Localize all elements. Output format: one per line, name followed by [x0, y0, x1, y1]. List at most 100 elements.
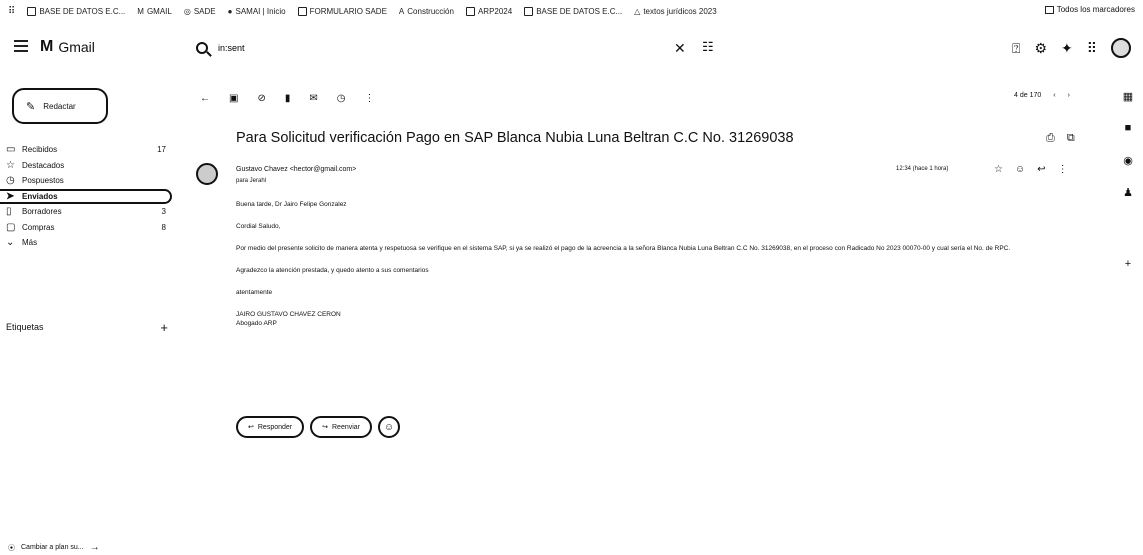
- send-icon: ➤: [6, 190, 15, 202]
- search-options-icon[interactable]: ☷: [702, 39, 714, 55]
- body-paragraph: Cordial Saludo,: [236, 223, 281, 230]
- emoji-icon: ☺: [383, 421, 395, 433]
- star-icon: ☆: [6, 159, 15, 171]
- body-paragraph: Buena tarde, Dr Jairo Felipe Gonzalez: [236, 201, 347, 208]
- bookmark-6[interactable]: ARP2024: [465, 6, 512, 16]
- forward-button[interactable]: ↪ Reenviar: [310, 416, 373, 438]
- arrow-right-icon: →: [89, 542, 100, 553]
- reply-icon[interactable]: ↩: [1037, 164, 1045, 175]
- text-icon: A: [398, 6, 405, 16]
- body-paragraph: Por medio del presente solicito de maner…: [236, 245, 1011, 252]
- bookmark-3[interactable]: ● SAMAI | Inicio: [228, 7, 286, 16]
- folder-icon: [27, 6, 37, 16]
- upgrade-plan-link[interactable]: ⦿ Cambiar a plan su... →: [8, 542, 100, 553]
- menu-icon[interactable]: [14, 40, 28, 52]
- inbox-icon: ▭: [6, 144, 16, 156]
- clear-search-icon[interactable]: ✕: [674, 40, 686, 57]
- star-icon[interactable]: ☆: [994, 164, 1003, 175]
- next-icon[interactable]: ›: [1068, 92, 1070, 99]
- bookmark-0[interactable]: BASE DE DATOS E.C...: [27, 6, 125, 16]
- signature-role: Abogado ARP: [236, 320, 277, 327]
- emoji-react-button[interactable]: ☺: [378, 416, 401, 438]
- message-actions: ☆ ☺ ↩ ⋮: [994, 164, 1068, 175]
- archive-icon[interactable]: ▣: [229, 93, 238, 104]
- reply-actions: ↩ Responder ↪ Reenviar ☺: [236, 416, 401, 438]
- get-addons-icon[interactable]: +: [1125, 258, 1131, 290]
- bookmark-5[interactable]: A Construcción: [399, 7, 454, 16]
- search-icon[interactable]: [196, 42, 208, 54]
- settings-icon[interactable]: ⚙: [1034, 40, 1047, 57]
- chevron-down-icon: ⌄: [6, 237, 15, 249]
- bookmark-2[interactable]: ◎ SADE: [184, 7, 216, 16]
- folder-icon: [465, 6, 475, 16]
- sidebar-item-snoozed[interactable]: ◷ Pospuestos: [0, 173, 180, 189]
- bookmark-4[interactable]: FORMULARIO SADE: [297, 6, 387, 16]
- reply-icon: ↩: [248, 424, 254, 431]
- gmail-icon: M: [137, 6, 144, 16]
- help-icon[interactable]: ⍰: [1012, 40, 1020, 57]
- print-icon[interactable]: ⎙: [1046, 132, 1055, 145]
- globe-icon: ◎: [183, 6, 191, 16]
- gmail-m-icon: M: [40, 38, 53, 55]
- back-icon[interactable]: ←: [200, 93, 210, 104]
- report-spam-icon[interactable]: ⊘: [257, 93, 265, 104]
- search-bar[interactable]: ✕ ☷: [196, 36, 714, 60]
- nav-list: ▭ Recibidos 17 ☆ Destacados ◷ Pospuestos ➤ En…: [0, 142, 180, 251]
- pager: 4 de 170 ‹ ›: [1014, 92, 1070, 99]
- compose-button[interactable]: ✎ Redactar: [12, 88, 108, 124]
- bookmark-8[interactable]: △ textos jurídicos 2023: [634, 7, 717, 16]
- subject-actions: ⎙ ⧉: [1046, 132, 1075, 145]
- sender-name[interactable]: Gustavo Chavez <hector@gmail.com>: [236, 166, 356, 173]
- more-vert-icon[interactable]: ⋮: [1058, 164, 1068, 175]
- body-paragraph: Agradezco la atención prestada, y quedo …: [236, 267, 429, 274]
- folder-icon: [1044, 5, 1054, 14]
- sidebar-item-starred[interactable]: ☆ Destacados: [0, 158, 180, 174]
- signature-name: JAIRO GUSTAVO CHAVEZ CERON: [236, 311, 341, 318]
- gmail-header: M Gmail ✕ ☷ ⍰ ⚙ ✦ ⠿: [0, 30, 1143, 66]
- add-label-icon[interactable]: +: [160, 320, 168, 335]
- tasks-icon[interactable]: ◉: [1123, 154, 1133, 186]
- apps-grid-icon[interactable]: ⠿: [8, 6, 15, 17]
- pencil-icon: ✎: [26, 100, 36, 113]
- search-input[interactable]: [218, 43, 598, 53]
- message-time: 12:34 (hace 1 hora): [896, 166, 949, 172]
- emoji-icon[interactable]: ☺: [1015, 164, 1025, 175]
- delete-icon[interactable]: ▮: [285, 93, 291, 104]
- all-bookmarks[interactable]: Todos los marcadores: [1044, 5, 1135, 14]
- tag-icon: ▢: [6, 221, 16, 233]
- mark-unread-icon[interactable]: ✉: [309, 93, 317, 104]
- open-new-window-icon[interactable]: ⧉: [1067, 132, 1075, 145]
- sidebar-item-sent[interactable]: ➤ Enviados: [0, 188, 172, 204]
- gmail-logo[interactable]: M Gmail: [40, 38, 95, 56]
- upgrade-icon: ⦿: [8, 544, 15, 552]
- side-panel: ▦ ■ ◉ ♟ +: [1118, 90, 1138, 290]
- message-toolbar: ← ▣ ⊘ ▮ ✉ ◷ ⋮: [200, 91, 1100, 105]
- calendar-icon[interactable]: ▦: [1123, 90, 1133, 122]
- sidebar-item-purchases[interactable]: ▢ Compras 8: [0, 220, 180, 236]
- bookmarks-bar: ⠿ BASE DE DATOS E.C... M GMAIL ◎ SADE ● SAM…: [0, 0, 1143, 22]
- header-actions: ⍰ ⚙ ✦ ⠿: [1012, 38, 1131, 58]
- prev-icon[interactable]: ‹: [1053, 92, 1055, 99]
- sidebar-item-more[interactable]: ⌄ Más: [0, 235, 180, 251]
- keep-icon[interactable]: ■: [1125, 122, 1132, 154]
- sidebar-item-inbox[interactable]: ▭ Recibidos 17: [0, 142, 180, 158]
- bookmark-1[interactable]: M GMAIL: [137, 7, 172, 16]
- folder-icon: [297, 6, 307, 16]
- snooze-icon[interactable]: ◷: [337, 93, 346, 104]
- body-paragraph: atentamente: [236, 289, 273, 296]
- email-body: Buena tarde, Dr Jairo Felipe Gonzalez Co…: [236, 200, 1096, 328]
- drive-icon: △: [634, 6, 641, 16]
- folder-icon: [524, 6, 534, 16]
- sidebar-item-drafts[interactable]: ▯ Borradores 3: [0, 204, 180, 220]
- more-vert-icon[interactable]: ⋮: [364, 93, 374, 104]
- reply-button[interactable]: ↩ Responder: [236, 416, 305, 438]
- gemini-icon[interactable]: ✦: [1061, 40, 1073, 57]
- clock-icon: ◷: [6, 175, 15, 187]
- bookmark-7[interactable]: BASE DE DATOS E.C...: [524, 6, 622, 16]
- recipient-line[interactable]: para Jerahl: [236, 178, 266, 184]
- sender-avatar[interactable]: [196, 163, 218, 185]
- account-avatar[interactable]: [1111, 38, 1131, 58]
- contacts-icon[interactable]: ♟: [1123, 186, 1133, 218]
- labels-section: Etiquetas +: [6, 320, 168, 335]
- apps-icon[interactable]: ⠿: [1087, 40, 1097, 57]
